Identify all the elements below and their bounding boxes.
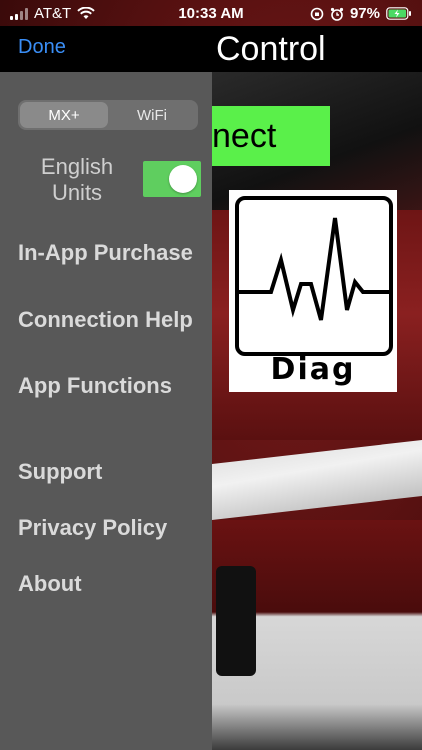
english-units-toggle[interactable] [143,161,201,197]
diag-logo-text: Diag [270,352,356,387]
menu-item-about[interactable]: About [18,571,203,597]
connection-type-segmented-control: MX+ WiFi [18,100,198,130]
orientation-lock-icon [310,7,324,20]
battery-percent: 97% [349,5,380,22]
english-units-label: English Units [40,154,114,205]
page-title: Control [216,30,326,68]
connect-button[interactable]: nect [212,106,330,166]
navigation-bar: Done Control [0,26,422,72]
ecg-frame [235,196,393,356]
side-drawer: MX+ WiFi English Units In-App Purchase C… [0,72,212,750]
connect-button-label: nect [212,116,277,155]
menu-item-connection-help[interactable]: Connection Help [18,307,203,333]
menu-item-app-functions[interactable]: App Functions [18,373,203,399]
segment-wifi[interactable]: WiFi [108,102,196,128]
status-bar: AT&T 10:33 AM 97% [0,0,422,26]
battery-charging-icon [386,7,411,20]
toggle-knob [169,165,197,193]
diag-logo: Diag [229,190,397,392]
segment-mx-plus[interactable]: MX+ [20,102,108,128]
car-photo-headlight [212,440,422,520]
done-button[interactable]: Done [18,36,66,59]
ecg-waveform-icon [239,217,389,321]
menu-item-in-app-purchase[interactable]: In-App Purchase [18,240,203,266]
menu-item-support[interactable]: Support [18,459,203,485]
alarm-icon [330,7,344,21]
car-photo-grille [216,566,256,676]
menu-item-privacy-policy[interactable]: Privacy Policy [18,515,203,541]
